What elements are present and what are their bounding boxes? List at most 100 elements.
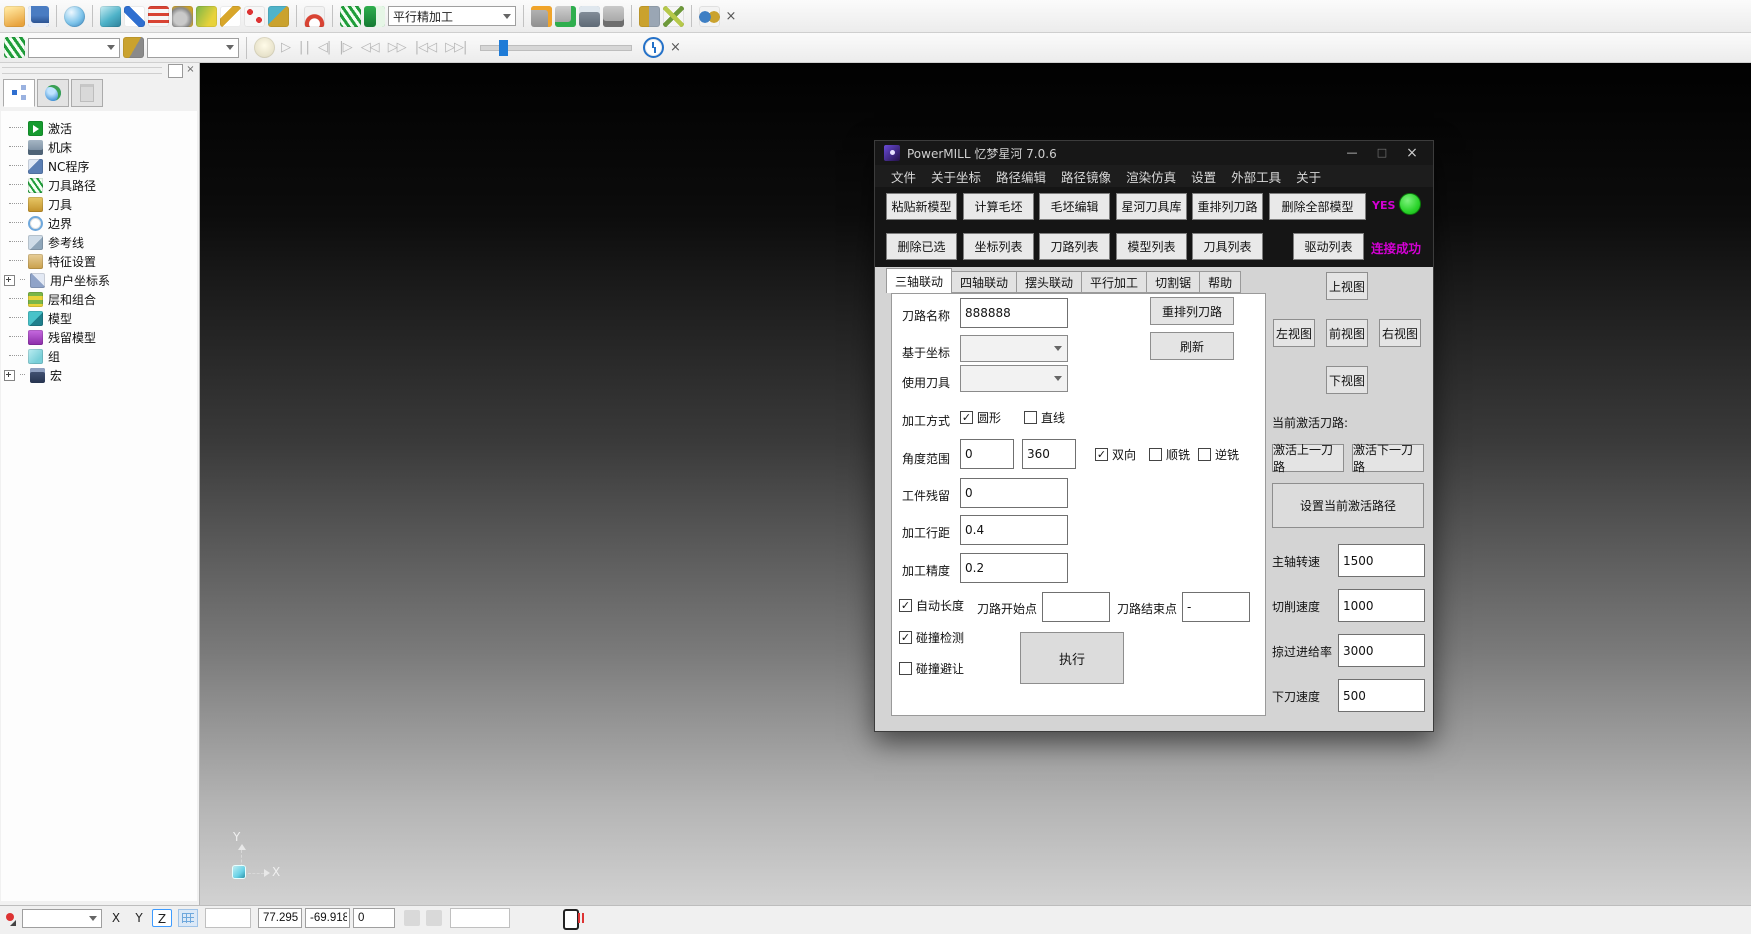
menu-about-coords[interactable]: 关于坐标	[931, 167, 981, 186]
line-checkbox[interactable]: ✓	[1024, 411, 1037, 424]
axis-z-button[interactable]: Z	[152, 909, 172, 927]
method-line-option[interactable]: ✓直线	[1024, 409, 1065, 426]
tree-item-workplanes[interactable]: 用户坐标系	[1, 271, 197, 289]
tree-item-feature-sets[interactable]: 特征设置	[1, 252, 197, 270]
close-button[interactable]: ×	[1397, 145, 1427, 161]
paste-new-model-button[interactable]: 粘贴新模型	[886, 193, 957, 220]
tab-saw[interactable]: 切割锯	[1147, 271, 1200, 293]
tree-item-boundaries[interactable]: 边界	[1, 214, 197, 232]
cursor-x-field[interactable]	[258, 908, 302, 928]
menu-render-sim[interactable]: 渲染仿真	[1126, 167, 1176, 186]
tree-item-toolpaths[interactable]: 刀具路径	[1, 176, 197, 194]
tool-list-button[interactable]: 刀具列表	[1192, 233, 1263, 260]
method-circle-option[interactable]: ✓圆形	[960, 409, 1001, 426]
stepover-input[interactable]	[960, 515, 1068, 545]
refresh-button[interactable]: 刷新	[1150, 332, 1234, 360]
bidirectional-option[interactable]: ✓双向	[1095, 446, 1136, 463]
use-tool-select[interactable]	[960, 365, 1068, 392]
simulation-light-icon[interactable]	[254, 37, 275, 58]
statusbar-dropdown[interactable]	[22, 909, 102, 928]
tree-item-activate[interactable]: 激活	[1, 119, 197, 137]
coord-base-select[interactable]	[960, 335, 1068, 362]
cursor-z-field[interactable]	[353, 908, 395, 928]
tool-pair-icon[interactable]	[639, 6, 660, 27]
simulation-speed-slider[interactable]	[480, 45, 632, 51]
tree-item-patterns[interactable]: 参考线	[1, 233, 197, 251]
toolpath-name-input[interactable]	[960, 298, 1068, 328]
expand-icon[interactable]	[4, 370, 15, 381]
tree-item-machine[interactable]: 机床	[1, 138, 197, 156]
conventional-checkbox[interactable]: ✓	[1198, 448, 1211, 461]
maximize-button[interactable]: □	[1367, 145, 1397, 161]
cursor-y-field[interactable]	[305, 908, 350, 928]
plunge-feed-input[interactable]	[1338, 679, 1425, 712]
circle-checkbox[interactable]: ✓	[960, 411, 973, 424]
view-top-button[interactable]: 上视图	[1326, 272, 1368, 300]
toolpath-dropdown[interactable]	[28, 38, 120, 58]
tool-library-button[interactable]: 星河刀具库	[1116, 193, 1187, 220]
activate-prev-button[interactable]: 激活上一刀路	[1272, 444, 1344, 472]
tool-icon[interactable]	[172, 6, 193, 27]
play-icon[interactable]: ▷	[278, 40, 293, 55]
panel-grip[interactable]	[2, 67, 162, 74]
menu-path-edit[interactable]: 路径编辑	[996, 167, 1046, 186]
coord-list-button[interactable]: 坐标列表	[963, 233, 1034, 260]
strategy-dropdown[interactable]: 平行精加工	[388, 6, 516, 26]
simulation-tool-icon[interactable]	[123, 37, 144, 58]
tree-item-tools[interactable]: 刀具	[1, 195, 197, 213]
model-list-button[interactable]: 模型列表	[1116, 233, 1187, 260]
axis-y-button[interactable]: Y	[129, 909, 149, 927]
step-back-icon[interactable]: ◁|	[315, 40, 333, 55]
toolpath-icon[interactable]	[340, 6, 361, 27]
menu-file[interactable]: 文件	[891, 167, 916, 186]
tree-item-models[interactable]: 模型	[1, 309, 197, 327]
menu-settings[interactable]: 设置	[1191, 167, 1216, 186]
menu-path-mirror[interactable]: 路径镜像	[1061, 167, 1111, 186]
view-right-button[interactable]: 右视图	[1379, 319, 1421, 347]
tab-web[interactable]	[37, 79, 69, 107]
tree-item-stock-models[interactable]: 残留模型	[1, 328, 197, 346]
view-front-button[interactable]: 前视图	[1326, 319, 1368, 347]
tab-3axis[interactable]: 三轴联动	[886, 268, 952, 293]
toolpath-select-icon[interactable]	[4, 37, 25, 58]
menu-external-tools[interactable]: 外部工具	[1231, 167, 1281, 186]
toolpath-list-button[interactable]: 刀路列表	[1039, 233, 1110, 260]
tab-explorer-tree[interactable]	[3, 79, 35, 107]
block-edit-button[interactable]: 毛坯编辑	[1039, 193, 1110, 220]
tab-parallel[interactable]: 平行加工	[1082, 271, 1147, 293]
drive-list-button[interactable]: 驱动列表	[1293, 233, 1364, 260]
collision-check-checkbox[interactable]: ✓	[899, 631, 912, 644]
start-point-input[interactable]	[1042, 592, 1110, 622]
go-to-end-icon[interactable]: ▷▷|	[442, 40, 469, 55]
view-left-button[interactable]: 左视图	[1273, 319, 1315, 347]
simulation-time-icon[interactable]	[643, 37, 664, 58]
record-dropdown-icon[interactable]	[10, 920, 16, 926]
tab-recycle-bin[interactable]	[71, 79, 103, 107]
tool-dropdown[interactable]	[147, 38, 239, 58]
conventional-option[interactable]: ✓逆铣	[1198, 446, 1239, 463]
auto-length-option[interactable]: ✓自动长度	[899, 597, 964, 614]
stock-models-icon[interactable]	[699, 6, 720, 27]
tree-item-macros[interactable]: 宏	[1, 366, 197, 384]
end-point-input[interactable]	[1182, 592, 1250, 622]
ramp-options-icon[interactable]	[304, 6, 325, 27]
panel-close-icon[interactable]: ×	[184, 64, 197, 76]
minimize-button[interactable]: —	[1337, 145, 1367, 161]
menu-about[interactable]: 关于	[1296, 167, 1321, 186]
activate-next-button[interactable]: 激活下一刀路	[1352, 444, 1424, 472]
rewind-icon[interactable]: ◁◁	[358, 40, 382, 55]
stock-remain-input[interactable]	[960, 478, 1068, 508]
tree-item-nc-programs[interactable]: NC程序	[1, 157, 197, 175]
execute-button[interactable]: 执行	[1020, 632, 1124, 684]
rearrange-button[interactable]: 重排列刀路	[1150, 297, 1234, 325]
step-forward-icon[interactable]: |▷	[336, 40, 354, 55]
start-points-icon[interactable]	[244, 6, 265, 27]
calc-block-button[interactable]: 计算毛坯	[963, 193, 1034, 220]
tab-help[interactable]: 帮助	[1200, 271, 1241, 293]
spindle-speed-input[interactable]	[1338, 544, 1425, 577]
rearrange-toolpaths-button[interactable]: 重排列刀路	[1192, 193, 1263, 220]
climb-checkbox[interactable]: ✓	[1149, 448, 1162, 461]
cutting-feed-input[interactable]	[1338, 589, 1425, 622]
open-project-icon[interactable]	[4, 6, 25, 27]
tool-database-icon[interactable]	[531, 6, 552, 27]
